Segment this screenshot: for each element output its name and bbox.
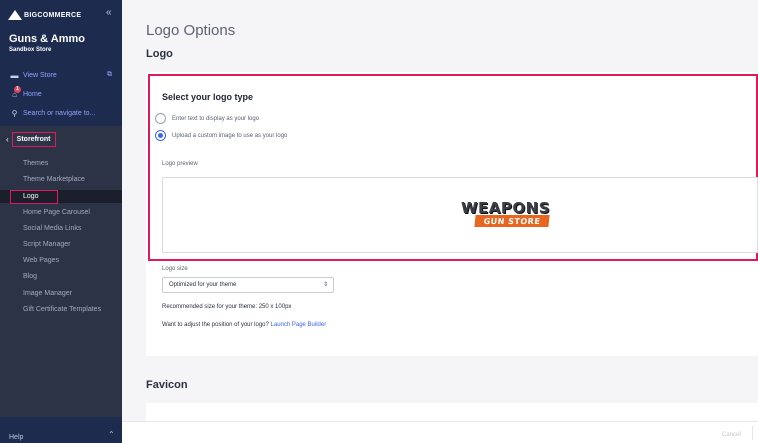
radio-image-logo[interactable]: Upload a custom image to use as your log… <box>155 130 287 141</box>
recommended-size-text: Recommended size for your theme: 250 x 1… <box>162 304 292 310</box>
menu-item-themes[interactable]: Themes <box>0 157 122 170</box>
external-link-icon[interactable]: ⧉ <box>107 71 112 79</box>
page-title: Logo Options <box>146 22 236 39</box>
select-arrows-icon: ⇕ <box>322 282 328 288</box>
search-navigate[interactable]: ⚲ Search or navigate to... <box>10 108 96 118</box>
home-icon: ⌂ 1 <box>10 86 21 99</box>
radio-text-logo[interactable]: Enter text to display as your logo <box>155 113 259 124</box>
collapse-sidebar-button[interactable]: « <box>106 7 112 18</box>
view-store-label: View Store <box>23 71 57 79</box>
storefront-back-button[interactable]: ‹ Storefront <box>6 132 56 147</box>
search-icon: ⚲ <box>11 108 18 118</box>
logo-preview-label: Logo preview <box>162 161 198 167</box>
storefront-icon: ▬ <box>10 70 19 80</box>
logo-size-label: Logo size <box>162 266 188 272</box>
logo-size-select[interactable]: Optimized for your theme ⇕ <box>162 277 334 293</box>
storefront-section-label: Storefront <box>11 132 56 147</box>
menu-item-home-page-carousel[interactable]: Home Page Carousel <box>0 206 122 219</box>
section-title-favicon: Favicon <box>146 379 188 391</box>
home-link[interactable]: ⌂ 1 Home <box>10 86 42 99</box>
logo-preview-image: WEAPONS GUN STORE <box>461 199 568 229</box>
logo-menu-highlight <box>10 190 58 204</box>
favicon-card <box>146 403 758 423</box>
menu-item-blog[interactable]: Blog <box>0 270 122 283</box>
footer-divider <box>752 426 753 440</box>
menu-item-web-pages[interactable]: Web Pages <box>0 254 122 267</box>
logo-strip: GUN STORE <box>474 215 550 227</box>
store-name: Guns & Ammo <box>9 33 85 45</box>
cancel-button[interactable]: Cancel <box>722 432 741 438</box>
chevron-left-icon: ‹ <box>6 135 9 144</box>
logo-size-value: Optimized for your theme <box>169 282 237 288</box>
section-title-logo: Logo <box>146 48 173 60</box>
menu-item-theme-marketplace[interactable]: Theme Marketplace <box>0 173 122 186</box>
menu-item-script-manager[interactable]: Script Manager <box>0 238 122 251</box>
logo-text-bottom: GUN STORE <box>483 216 541 226</box>
menu-item-gift-certificate-templates[interactable]: Gift Certificate Templates <box>0 303 122 316</box>
menu-item-social-media-links[interactable]: Social Media Links <box>0 222 122 235</box>
radio-button[interactable] <box>155 113 166 124</box>
search-label: Search or navigate to... <box>23 109 96 117</box>
adjust-text: Want to adjust the position of your logo… <box>162 322 269 328</box>
brand-logo[interactable]: BIGCOMMERCE <box>8 8 81 22</box>
notification-badge: 1 <box>14 86 21 93</box>
launch-page-builder-link[interactable]: Launch Page Builder <box>271 322 327 328</box>
menu-item-image-manager[interactable]: Image Manager <box>0 287 122 300</box>
help-label[interactable]: Help <box>9 434 23 441</box>
view-store-link[interactable]: ▬ View Store <box>10 70 57 80</box>
adjust-position-text: Want to adjust the position of your logo… <box>162 322 326 328</box>
brand-text: BIGCOMMERCE <box>24 11 82 19</box>
radio-label: Upload a custom image to use as your log… <box>172 132 288 139</box>
radio-button-checked[interactable] <box>155 130 166 141</box>
chevron-up-icon[interactable]: ⌃ <box>108 430 115 439</box>
logo-preview-box <box>162 177 758 253</box>
radio-label: Enter text to display as your logo <box>172 115 260 122</box>
home-label: Home <box>23 90 42 98</box>
bigcommerce-logo-icon <box>8 10 22 20</box>
logo-type-heading: Select your logo type <box>162 92 254 102</box>
footer-bar <box>122 421 758 443</box>
store-subtitle: Sandbox Store <box>9 47 52 53</box>
